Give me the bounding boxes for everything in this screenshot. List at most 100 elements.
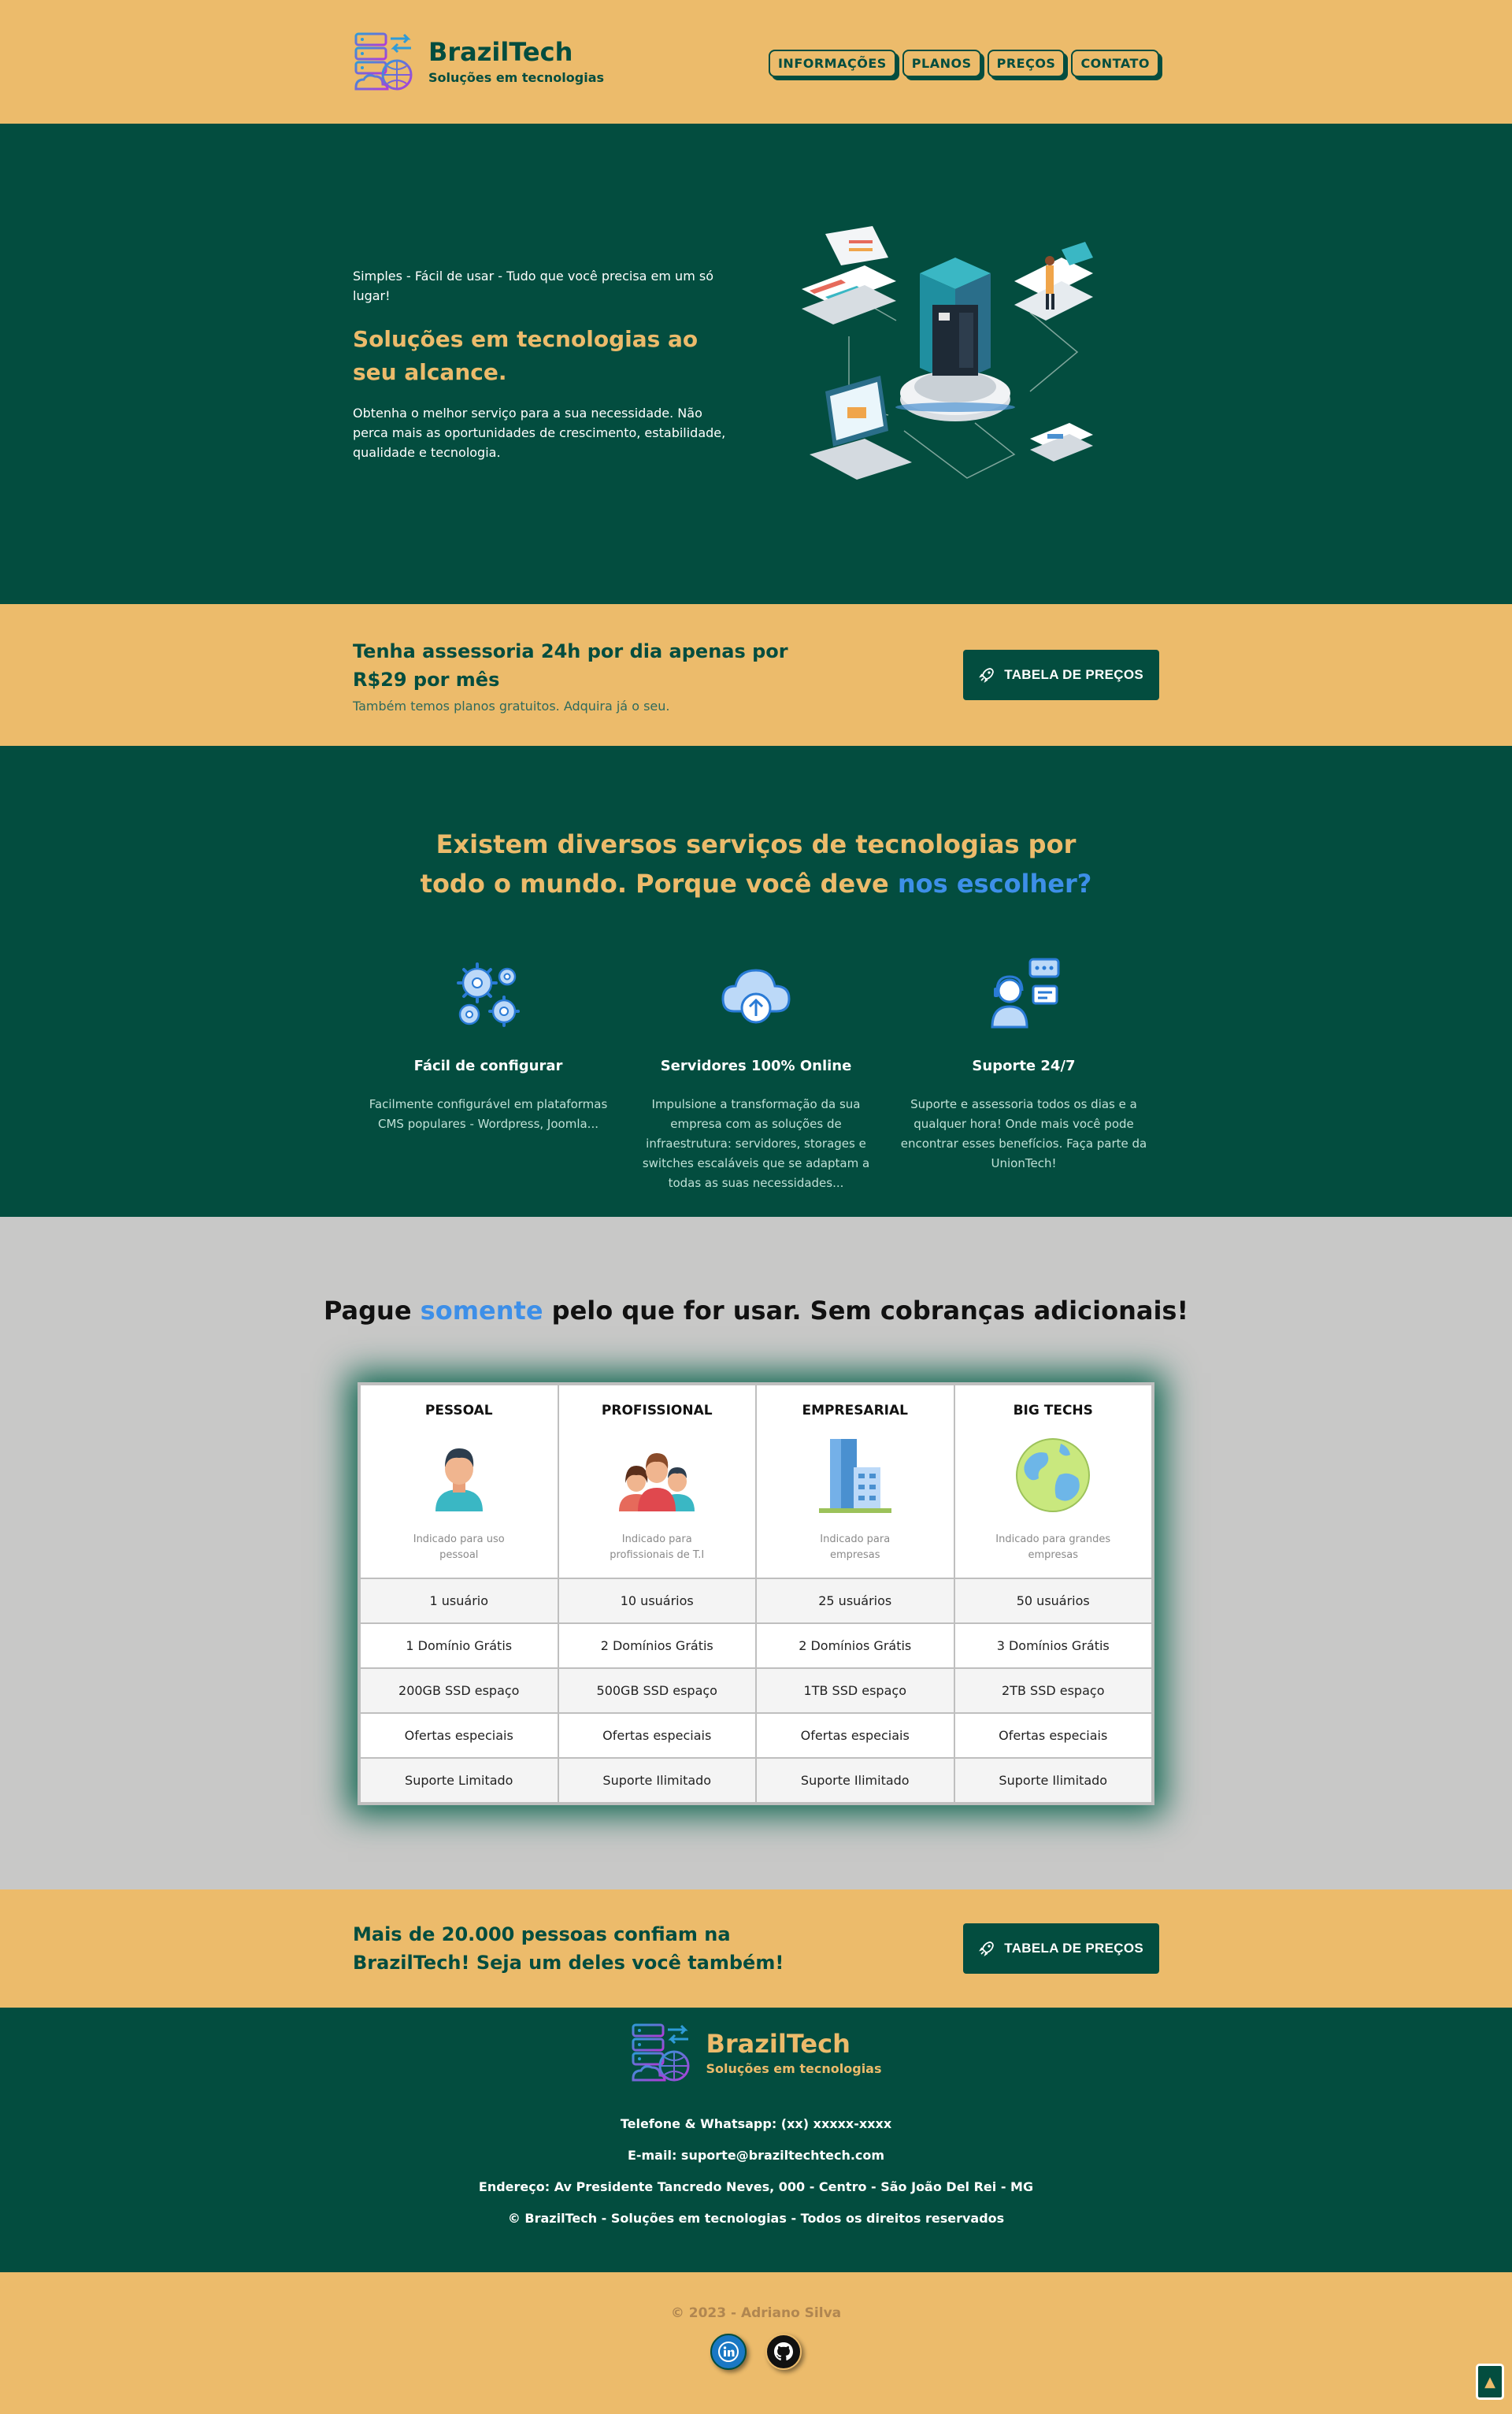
plan-header: PROFISSIONAL Indicado para profissionais… — [557, 1384, 757, 1579]
table-cell: Suporte Limitado — [359, 1757, 559, 1804]
table-cell: Ofertas especiais — [359, 1712, 559, 1759]
features-title-highlight: nos escolher? — [897, 869, 1092, 899]
table-row: Suporte Limitado Suporte Ilimitado Supor… — [359, 1757, 1153, 1804]
footer-address: Endereço: Av Presidente Tancredo Neves, … — [478, 2179, 1034, 2194]
plan-description: Indicado para profissionais de T.I — [610, 1533, 705, 1561]
feature-title: Servidores 100% Online — [660, 1058, 852, 1074]
credits-section: © 2023 - Adriano Silva ▲ — [0, 2272, 1512, 2414]
footer-phone: Telefone & Whatsapp: (xx) xxxxx-xxxx — [620, 2116, 892, 2131]
linkedin-icon[interactable] — [710, 2334, 747, 2370]
github-glyph-icon — [774, 2342, 793, 2360]
brand-name: BrazilTech — [428, 37, 573, 68]
features-title: Existem diversos serviços de tecnologias… — [402, 825, 1110, 903]
building-icon — [818, 1439, 891, 1513]
server-cloud-logo-icon — [354, 32, 413, 90]
table-row: 1 usuário 10 usuários 25 usuários 50 usu… — [359, 1578, 1153, 1624]
plan-description: Indicado para empresas — [820, 1533, 891, 1561]
pricing-table-button-bottom[interactable]: TABELA DE PREÇOS — [963, 1923, 1159, 1974]
plan-header: EMPRESARIAL Indicado para empresas — [755, 1384, 955, 1579]
plan-description: Indicado para grandes empresas — [995, 1533, 1111, 1561]
plan-name: PESSOAL — [424, 1403, 493, 1418]
pricing-section: Pague somente pelo que for usar. Sem cob… — [0, 1217, 1512, 1889]
hero-description: Obtenha o melhor serviço para a sua nece… — [353, 405, 726, 460]
nav-planos[interactable]: PLANOS — [902, 50, 981, 77]
pricing-table-button[interactable]: TABELA DE PREÇOS — [963, 650, 1159, 700]
hero-section: Simples - Fácil de usar - Tudo que você … — [0, 124, 1512, 604]
table-cell: Suporte Ilimitado — [557, 1757, 757, 1804]
back-to-top-button[interactable]: ▲ — [1476, 2364, 1504, 2400]
table-cell: Suporte Ilimitado — [755, 1757, 955, 1804]
table-cell: 2 Domínios Grátis — [557, 1622, 757, 1669]
pricing-table: PESSOAL Indicado para uso pessoal PROFIS… — [358, 1382, 1154, 1805]
linkedin-glyph-icon — [718, 2342, 739, 2362]
nav-contato[interactable]: CONTATO — [1071, 50, 1159, 77]
table-cell: 50 usuários — [953, 1578, 1153, 1624]
table-cell: Suporte Ilimitado — [953, 1757, 1153, 1804]
table-cell: Ofertas especiais — [755, 1712, 955, 1759]
feature-card: Servidores 100% Online Impulsione a tran… — [622, 951, 890, 1193]
site-header: BrazilTech Soluções em tecnologias INFOR… — [0, 0, 1512, 124]
cta-band-bottom: Mais de 20.000 pessoas confiam na Brazil… — [0, 1889, 1512, 2008]
table-cell: 10 usuários — [557, 1578, 757, 1624]
credit-text: © 2023 - Adriano Silva — [670, 2305, 842, 2321]
plan-name: EMPRESARIAL — [802, 1403, 909, 1418]
globe-icon — [1016, 1438, 1091, 1512]
table-cell: 200GB SSD espaço — [359, 1667, 559, 1714]
table-row: Ofertas especiais Ofertas especiais Ofer… — [359, 1712, 1153, 1759]
hero-text: Simples - Fácil de usar - Tudo que você … — [353, 266, 731, 462]
support-agent-icon — [991, 958, 1060, 1029]
footer-brand-name: BrazilTech — [706, 2028, 850, 2059]
pricing-title-end: pelo que for usar. Sem cobranças adicion… — [543, 1296, 1189, 1326]
plan-description: Indicado para uso pessoal — [413, 1533, 505, 1561]
table-cell: 1 Domínio Grátis — [359, 1622, 559, 1669]
features-section: Existem diversos serviços de tecnologias… — [0, 746, 1512, 1217]
table-cell: Ofertas especiais — [557, 1712, 757, 1759]
table-cell: 1TB SSD espaço — [755, 1667, 955, 1714]
gears-icon — [457, 962, 520, 1027]
table-row: 1 Domínio Grátis 2 Domínios Grátis 2 Dom… — [359, 1622, 1153, 1669]
nav-informacoes[interactable]: INFORMAÇÕES — [768, 50, 896, 77]
social-links — [0, 2334, 1512, 2370]
footer-copyright: © BrazilTech - Soluções em tecnologias -… — [507, 2211, 1005, 2226]
rocket-icon — [979, 668, 995, 683]
feature-text: Suporte e assessoria todos os dias e a q… — [900, 1097, 1147, 1170]
nav-precos[interactable]: PREÇOS — [987, 50, 1065, 77]
plan-header: PESSOAL Indicado para uso pessoal — [359, 1384, 559, 1579]
cta-band: Tenha assessoria 24h por dia apenas por … — [0, 604, 1512, 746]
site-footer: BrazilTech Soluções em tecnologias Telef… — [0, 2008, 1512, 2272]
hero-title: Soluções em tecnologias ao seu alcance. — [353, 325, 699, 385]
cta-title: Tenha assessoria 24h por dia apenas por … — [353, 640, 788, 691]
footer-email: E-mail: suporte@braziltechtech.com — [627, 2148, 885, 2163]
pricing-title-start: Pague — [323, 1296, 421, 1326]
cloud-upload-icon — [721, 969, 791, 1024]
server-cloud-logo-icon — [632, 2023, 690, 2082]
cta2-title: Mais de 20.000 pessoas confiam na Brazil… — [353, 1923, 784, 1974]
feature-card: Suporte 24/7 Suporte e assessoria todos … — [890, 951, 1158, 1193]
hero-eyebrow: Simples - Fácil de usar - Tudo que você … — [353, 268, 713, 303]
cta-subtitle: Também temos planos gratuitos. Adquira j… — [353, 698, 670, 714]
feature-title: Suporte 24/7 — [972, 1058, 1076, 1074]
person-icon — [435, 1448, 483, 1511]
plan-name: BIG TECHS — [1013, 1403, 1093, 1418]
table-cell: 25 usuários — [755, 1578, 955, 1624]
pricing-table-button-label: TABELA DE PREÇOS — [1004, 667, 1143, 682]
table-cell: 2TB SSD espaço — [953, 1667, 1153, 1714]
table-cell: 3 Domínios Grátis — [953, 1622, 1153, 1669]
table-cell: 500GB SSD espaço — [557, 1667, 757, 1714]
server-isometric-illustration — [802, 226, 1093, 480]
rocket-icon — [979, 1941, 995, 1956]
feature-card: Fácil de configurar Facilmente configurá… — [354, 951, 622, 1193]
table-cell: 2 Domínios Grátis — [755, 1622, 955, 1669]
footer-brand: BrazilTech Soluções em tecnologias — [0, 2022, 1512, 2085]
table-cell: Ofertas especiais — [953, 1712, 1153, 1759]
feature-title: Fácil de configurar — [413, 1058, 563, 1074]
pricing-title: Pague somente pelo que for usar. Sem cob… — [0, 1296, 1512, 1326]
plan-name: PROFISSIONAL — [601, 1403, 713, 1418]
brand[interactable]: BrazilTech Soluções em tecnologias — [353, 31, 604, 94]
footer-brand-tagline: Soluções em tecnologias — [706, 2061, 882, 2077]
table-cell: 1 usuário — [359, 1578, 559, 1624]
team-icon — [619, 1453, 695, 1511]
table-row: 200GB SSD espaço 500GB SSD espaço 1TB SS… — [359, 1667, 1153, 1714]
github-icon[interactable] — [765, 2334, 802, 2370]
pricing-table-button-label: TABELA DE PREÇOS — [1004, 1941, 1143, 1956]
